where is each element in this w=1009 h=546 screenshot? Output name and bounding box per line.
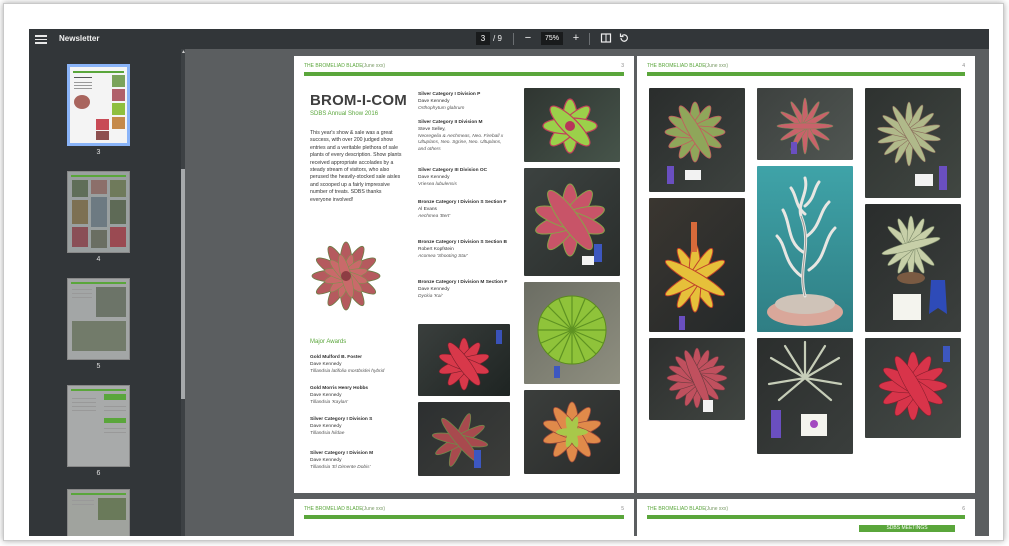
thumbnail-page-number: 5 [96, 363, 101, 370]
thumbnail-image[interactable] [67, 64, 130, 146]
page-4: THE BROMELIAD BLADE (June xxx) 4 [637, 56, 975, 493]
thumbnail-page-4[interactable]: 4 [67, 171, 130, 263]
fit-page-icon[interactable] [599, 32, 613, 46]
bromeliad-photo [524, 282, 620, 384]
scroll-up-icon[interactable]: ▲ [181, 49, 186, 55]
header-bar [304, 72, 624, 76]
page-3: THE BROMELIAD BLADE (June xxx) 3 BROM-I-… [294, 56, 634, 493]
page-header: THE BROMELIAD BLADE (June xxx) 6 [647, 506, 965, 515]
newsletter-name: THE BROMELIAD BLADE [647, 63, 706, 69]
thumbnail-page-number: 6 [96, 470, 101, 477]
award-entry: Bronze Category I Division S Section F A… [418, 200, 507, 219]
bromeliad-photo [524, 168, 620, 276]
thumbnail-page-3[interactable]: 3 [67, 64, 130, 156]
page-number: 5 [621, 506, 624, 512]
award-entry: Bronze Category I Division M Section F D… [418, 280, 508, 299]
thumbnail-image[interactable] [67, 489, 130, 536]
newsletter-name: THE BROMELIAD BLADE [647, 506, 706, 512]
award-entry: Bronze Category I Division S Section B R… [418, 240, 508, 259]
bromeliad-photo [757, 166, 853, 332]
page-number: 6 [962, 506, 965, 512]
header-bar [304, 515, 624, 519]
thumbnail-image[interactable] [67, 171, 130, 253]
page-number: 4 [962, 63, 965, 69]
scrollbar-thumb[interactable] [181, 169, 185, 399]
bromeliad-photo [524, 88, 620, 162]
thumbnail-page-7[interactable] [67, 489, 130, 536]
pdf-viewer: Newsletter 3 / 9 − 75% + 3 4 5 6 ▲ THE B… [29, 29, 989, 536]
thumbnail-page-5[interactable]: 5 [67, 278, 130, 370]
bromeliad-photo [649, 338, 745, 420]
page-count: / 9 [493, 34, 502, 43]
rotate-icon[interactable] [617, 32, 631, 46]
page-header: THE BROMELIAD BLADE (June xxx) 4 [647, 63, 965, 72]
page-number-input[interactable]: 3 [476, 32, 490, 45]
section-tab: SDBS MEETINGS [859, 525, 955, 532]
article-title: BROM-I-COM [310, 92, 407, 109]
page-header: THE BROMELIAD BLADE (June xxx) 3 [304, 63, 624, 72]
page-header: THE BROMELIAD BLADE (June xxx) 5 [304, 506, 624, 515]
header-bar [647, 515, 965, 519]
toolbar-divider [513, 33, 514, 45]
award-entry: Silver Category I Division M Dave Kenned… [310, 451, 374, 470]
bromeliad-photo [418, 402, 510, 476]
bromeliad-photo [524, 390, 620, 474]
page-6: THE BROMELIAD BLADE (June xxx) 6 SDBS ME… [637, 499, 975, 536]
zoom-level-input[interactable]: 75% [541, 32, 563, 45]
major-awards-heading: Major Awards [310, 339, 347, 345]
menu-icon[interactable] [35, 33, 47, 45]
thumbnail-image[interactable] [67, 385, 130, 467]
issue-date: (June xxx) [362, 63, 386, 69]
bromeliad-photo [865, 88, 961, 198]
bromeliad-photo [306, 232, 386, 316]
bromeliad-photo [865, 204, 961, 332]
zoom-out-button[interactable]: − [521, 32, 535, 46]
issue-date: (June xxx) [705, 63, 729, 69]
article-intro: This year's show & sale was a great succ… [310, 130, 402, 203]
document-title: Newsletter [59, 34, 100, 43]
award-entry: Silver Category I Division P Dave Kenned… [418, 92, 481, 111]
thumbnail-page-6[interactable]: 6 [67, 385, 130, 477]
zoom-in-button[interactable]: + [569, 32, 583, 46]
page-number: 3 [621, 63, 624, 69]
award-entry: Gold Morris Henry Hobbs Dave Kennedy Til… [310, 386, 369, 405]
thumbnail-image[interactable] [67, 278, 130, 360]
issue-date: (June xxx) [705, 506, 729, 512]
award-entry: Silver Category II Division M Steve Sell… [418, 120, 504, 153]
newsletter-name: THE BROMELIAD BLADE [304, 506, 363, 512]
award-entry: Silver Category I Division S Dave Kenned… [310, 417, 373, 436]
bromeliad-photo [649, 88, 745, 192]
award-entry: Gold Mulford B. Foster Dave Kennedy Till… [310, 355, 385, 374]
toolbar-divider [589, 33, 590, 45]
bromeliad-photo [649, 198, 745, 332]
bromeliad-photo [757, 88, 853, 160]
thumbnail-sidebar: 3 4 5 6 ▲ [29, 49, 186, 536]
thumbnail-page-number: 3 [96, 149, 101, 156]
thumbnail-page-number: 4 [96, 256, 101, 263]
sidebar-scrollbar[interactable]: ▲ [181, 49, 186, 536]
award-entry: Silver Category III Division OC Dave Ken… [418, 168, 488, 187]
bromeliad-photo [865, 338, 961, 438]
window-frame: Newsletter 3 / 9 − 75% + 3 4 5 6 ▲ THE B… [3, 3, 1004, 541]
newsletter-name: THE BROMELIAD BLADE [304, 63, 363, 69]
article-subtitle: SDBS Annual Show 2016 [310, 111, 379, 117]
bromeliad-photo [418, 324, 510, 396]
page-5: THE BROMELIAD BLADE (June xxx) 5 [294, 499, 634, 536]
issue-date: (June xxx) [362, 506, 386, 512]
bromeliad-photo [757, 338, 853, 454]
header-bar [647, 72, 965, 76]
toolbar: Newsletter 3 / 9 − 75% + [29, 29, 989, 49]
